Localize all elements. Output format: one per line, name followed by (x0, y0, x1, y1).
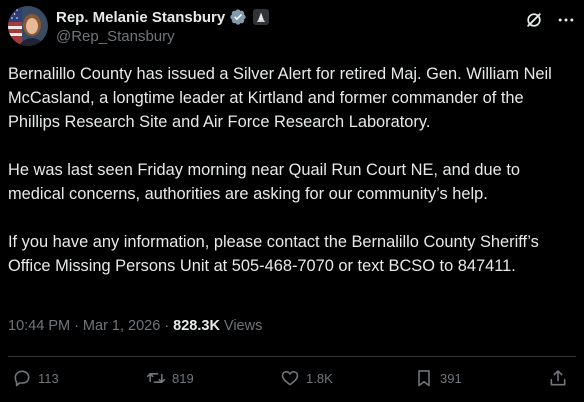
author-handle[interactable]: @Rep_Stansbury (56, 28, 175, 45)
post-time[interactable]: 10:44 PM (8, 318, 70, 334)
avatar-image (8, 6, 48, 46)
bookmark-count: 391 (440, 370, 462, 386)
meta-separator: · (74, 318, 79, 334)
action-bar: 113 819 1.8K 391 (8, 368, 576, 392)
author-name-row: Rep. Melanie Stansbury (56, 8, 270, 26)
government-badge-icon (253, 9, 270, 25)
verified-badge-icon (229, 8, 247, 26)
avatar[interactable] (8, 6, 48, 46)
like-button[interactable]: 1.8K (280, 368, 333, 388)
post-meta: 10:44 PM · Mar 1, 2026 · 828.3K Views (8, 318, 262, 334)
reply-icon (14, 370, 30, 387)
author-display-name[interactable]: Rep. Melanie Stansbury (56, 9, 225, 26)
post-paragraph: If you have any information, please cont… (8, 233, 539, 275)
post-text: Bernalillo County has issued a Silver Al… (8, 62, 574, 302)
more-icon[interactable] (556, 10, 576, 30)
bookmark-button[interactable]: 391 (414, 368, 462, 388)
post-date[interactable]: Mar 1, 2026 (83, 318, 160, 334)
reply-count: 113 (38, 370, 59, 386)
meta-separator: · (164, 318, 170, 334)
reply-button[interactable]: 113 (12, 368, 59, 388)
grok-icon[interactable] (524, 10, 544, 30)
repost-button[interactable]: 819 (146, 368, 194, 388)
post-header: Rep. Melanie Stansbury @Rep_Stansbury (8, 4, 576, 48)
repost-icon (146, 373, 166, 383)
divider (8, 356, 576, 357)
share-icon (550, 370, 566, 386)
share-button[interactable] (548, 368, 568, 388)
views-label: Views (223, 318, 263, 334)
post-paragraph: He was last seen Friday morning near Qua… (8, 161, 521, 203)
repost-count: 819 (172, 370, 194, 386)
post-paragraph: Bernalillo County has issued a Silver Al… (8, 65, 552, 131)
bookmark-icon (418, 370, 430, 387)
like-count: 1.8K (306, 370, 333, 386)
views-count: 828.3K (173, 318, 220, 334)
heart-icon (281, 370, 299, 386)
